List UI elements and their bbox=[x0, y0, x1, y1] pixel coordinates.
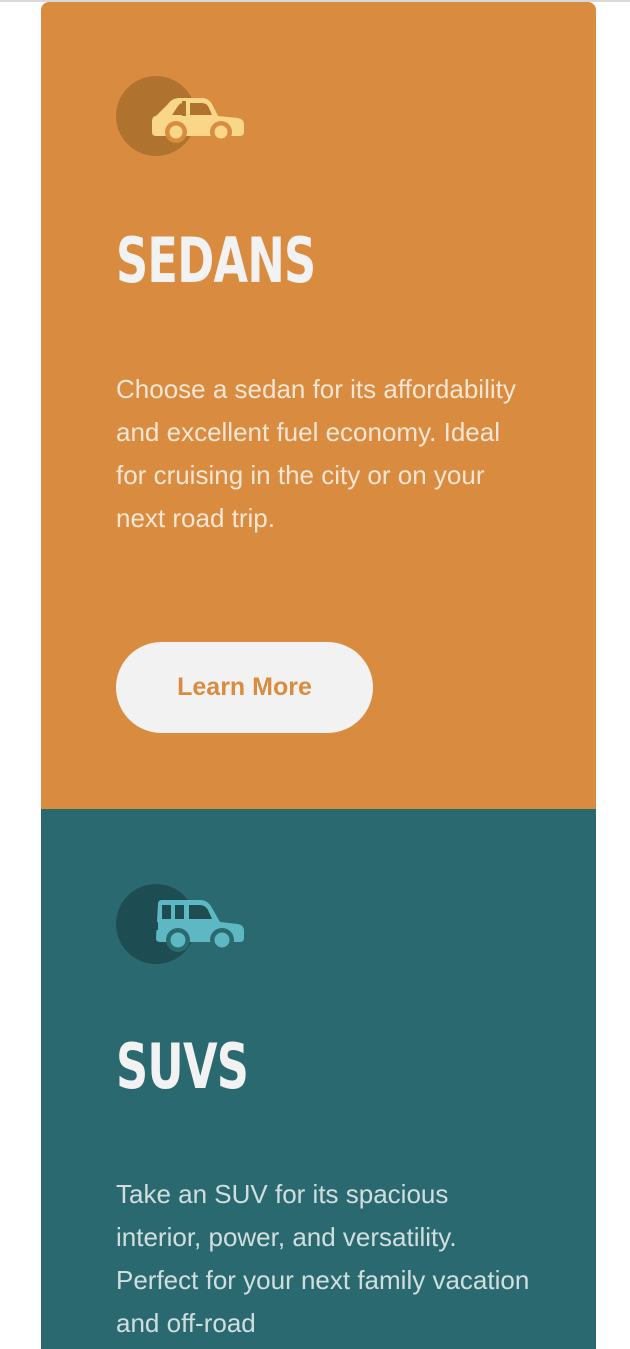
sedans-description: Choose a sedan for its affordability and… bbox=[116, 374, 516, 533]
sedan-car-icon bbox=[116, 76, 246, 156]
suvs-title: SUVS bbox=[116, 1030, 249, 1103]
sedans-card: SEDANS Choose a sedan for its affordabil… bbox=[41, 2, 596, 809]
suv-car-icon bbox=[116, 884, 246, 964]
car-cards: SEDANS Choose a sedan for its affordabil… bbox=[41, 2, 596, 1349]
suvs-description: Take an SUV for its spacious interior, p… bbox=[116, 1179, 530, 1338]
sedans-title: SEDANS bbox=[116, 224, 316, 297]
sedans-learn-more-button[interactable]: Learn More bbox=[116, 642, 373, 733]
suvs-card: SUVS Take an SUV for its spacious interi… bbox=[41, 809, 596, 1349]
